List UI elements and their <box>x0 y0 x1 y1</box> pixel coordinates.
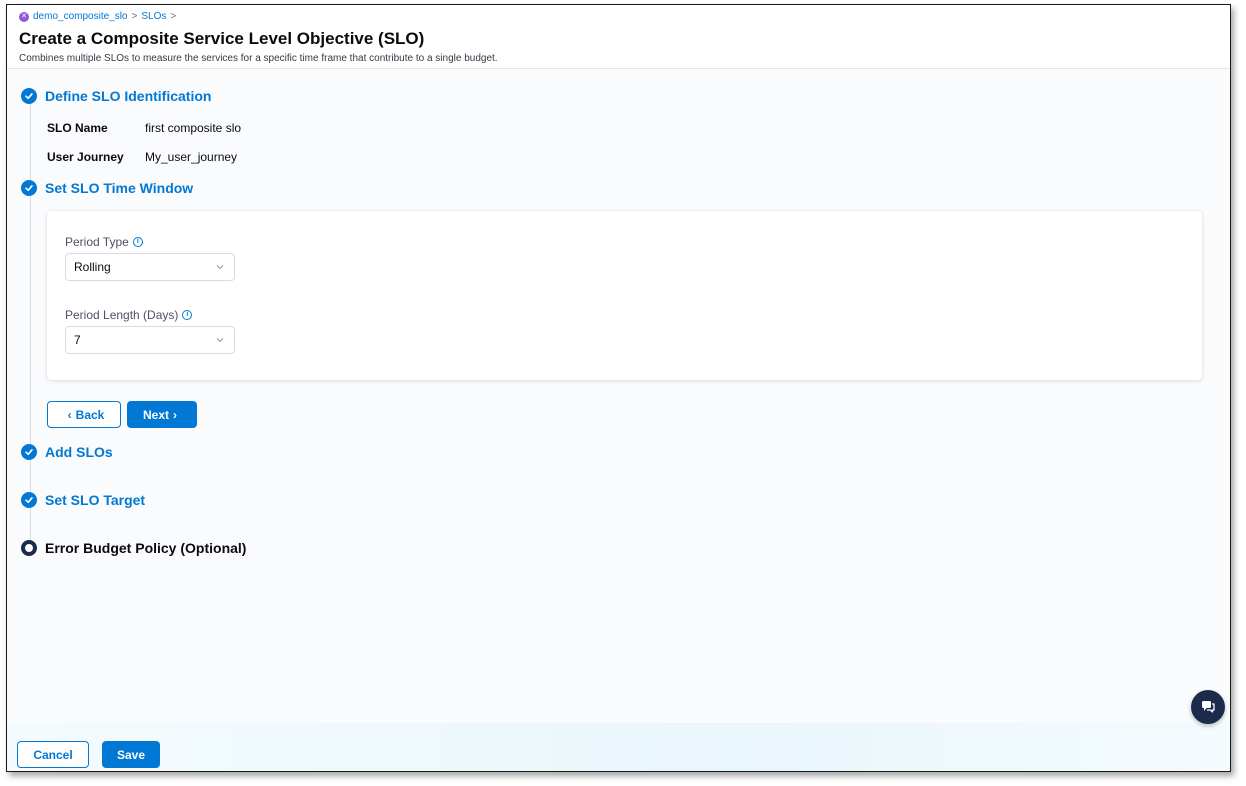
period-type-label: Period Type i <box>65 235 143 249</box>
cancel-button-label: Cancel <box>33 747 73 762</box>
step-label: Set SLO Time Window <box>45 180 194 196</box>
step-label: Error Budget Policy (Optional) <box>45 540 247 556</box>
breadcrumb-separator: > <box>170 11 177 22</box>
period-type-label-text: Period Type <box>65 235 129 249</box>
step-connector <box>30 104 31 180</box>
period-length-label-text: Period Length (Days) <box>65 308 179 322</box>
chevron-down-icon <box>216 265 224 270</box>
period-length-label: Period Length (Days) i <box>65 308 193 322</box>
project-icon: ✕ <box>19 11 29 22</box>
step-label: Set SLO Target <box>45 492 146 508</box>
check-circle-icon <box>21 180 37 196</box>
save-button-label: Save <box>116 747 146 762</box>
step-label: Add SLOs <box>45 444 113 460</box>
next-button-label: Next <box>142 407 169 422</box>
user-journey-row: User Journey My_user_journey <box>47 150 237 164</box>
period-type-value: Rolling <box>74 260 111 274</box>
step-add-slos[interactable]: Add SLOs <box>21 444 113 460</box>
step-connector <box>30 508 31 540</box>
help-chat-button[interactable] <box>1191 690 1225 724</box>
breadcrumb-separator: > <box>131 11 138 22</box>
time-window-card: Period Type i Rolling Period Length (Day… <box>47 211 1202 380</box>
step-error-budget-policy[interactable]: Error Budget Policy (Optional) <box>21 540 246 556</box>
slo-name-value: first composite slo <box>145 121 242 135</box>
check-circle-icon <box>21 88 37 104</box>
step-define-slo-identification[interactable]: Define SLO Identification <box>21 88 211 104</box>
info-icon[interactable]: i <box>132 237 143 247</box>
slo-name-label: SLO Name <box>47 121 108 135</box>
step-set-slo-target[interactable]: Set SLO Target <box>21 492 145 508</box>
step-connector <box>30 460 31 492</box>
chat-bubble-icon <box>1202 701 1215 713</box>
check-circle-icon <box>21 492 37 508</box>
breadcrumb-project-link[interactable]: demo_composite_slo <box>33 11 128 22</box>
page-header: ✕ demo_composite_slo > SLOs > Create a C… <box>7 5 1230 69</box>
step-label: Define SLO Identification <box>45 88 212 104</box>
page-subtitle: Combines multiple SLOs to measure the se… <box>19 53 498 64</box>
check-circle-icon <box>21 444 37 460</box>
cancel-button[interactable]: Cancel <box>17 741 89 768</box>
save-button[interactable]: Save <box>102 741 160 768</box>
chevron-left-icon: ‹ <box>67 407 72 422</box>
slo-name-row: SLO Name first composite slo <box>47 121 241 135</box>
period-length-select[interactable]: 7 <box>65 326 235 354</box>
info-icon[interactable]: i <box>182 310 193 320</box>
app-window: ✕ demo_composite_slo > SLOs > Create a C… <box>6 4 1231 772</box>
user-journey-label: User Journey <box>47 150 124 164</box>
step-connector <box>30 196 31 444</box>
period-length-value: 7 <box>74 333 81 347</box>
current-step-icon <box>21 540 37 556</box>
period-type-select[interactable]: Rolling <box>65 253 235 281</box>
page-footer: Cancel Save <box>7 723 1230 771</box>
user-journey-value: My_user_journey <box>145 150 238 164</box>
breadcrumb-slos-link[interactable]: SLOs <box>141 11 166 22</box>
chevron-down-icon <box>216 338 224 343</box>
breadcrumb: ✕ demo_composite_slo > SLOs > <box>19 11 180 22</box>
next-button[interactable]: Next › <box>127 401 197 428</box>
page-title: Create a Composite Service Level Objecti… <box>19 29 425 48</box>
back-button[interactable]: ‹ Back <box>47 401 121 428</box>
back-button-label: Back <box>75 407 105 422</box>
step-set-slo-time-window[interactable]: Set SLO Time Window <box>21 180 193 196</box>
chevron-right-icon: › <box>173 407 177 422</box>
